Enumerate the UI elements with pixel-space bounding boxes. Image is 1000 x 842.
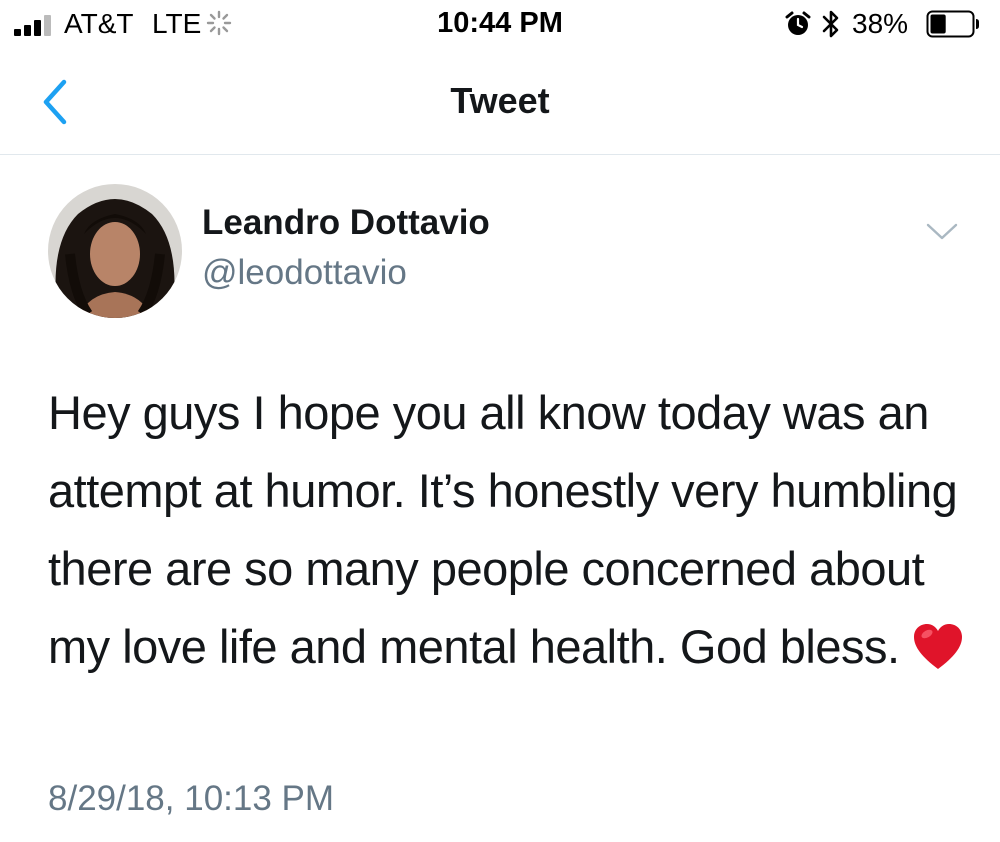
status-time: 10:44 PM [437, 7, 563, 39]
avatar[interactable] [48, 184, 182, 318]
tweet-body: Hey guys I hope you all know today was a… [48, 386, 958, 673]
chevron-down-icon[interactable] [925, 222, 959, 242]
tweet-text: Hey guys I hope you all know today was a… [48, 374, 968, 686]
author-handle[interactable]: @leodottavio [202, 253, 407, 293]
battery-icon [926, 10, 979, 38]
author-name[interactable]: Leandro Dottavio [202, 203, 490, 243]
battery-percent: 38% [852, 8, 909, 39]
bluetooth-icon [822, 10, 839, 38]
nav-bar: Tweet [0, 50, 1000, 155]
tweet-timestamp: 8/29/18, 10:13 PM [48, 779, 335, 818]
alarm-icon [785, 11, 811, 35]
status-bar: AT&T LTE 10:44 PM 38% [0, 0, 1000, 50]
heart-emoji [913, 624, 962, 669]
page-title: Tweet [450, 80, 550, 121]
